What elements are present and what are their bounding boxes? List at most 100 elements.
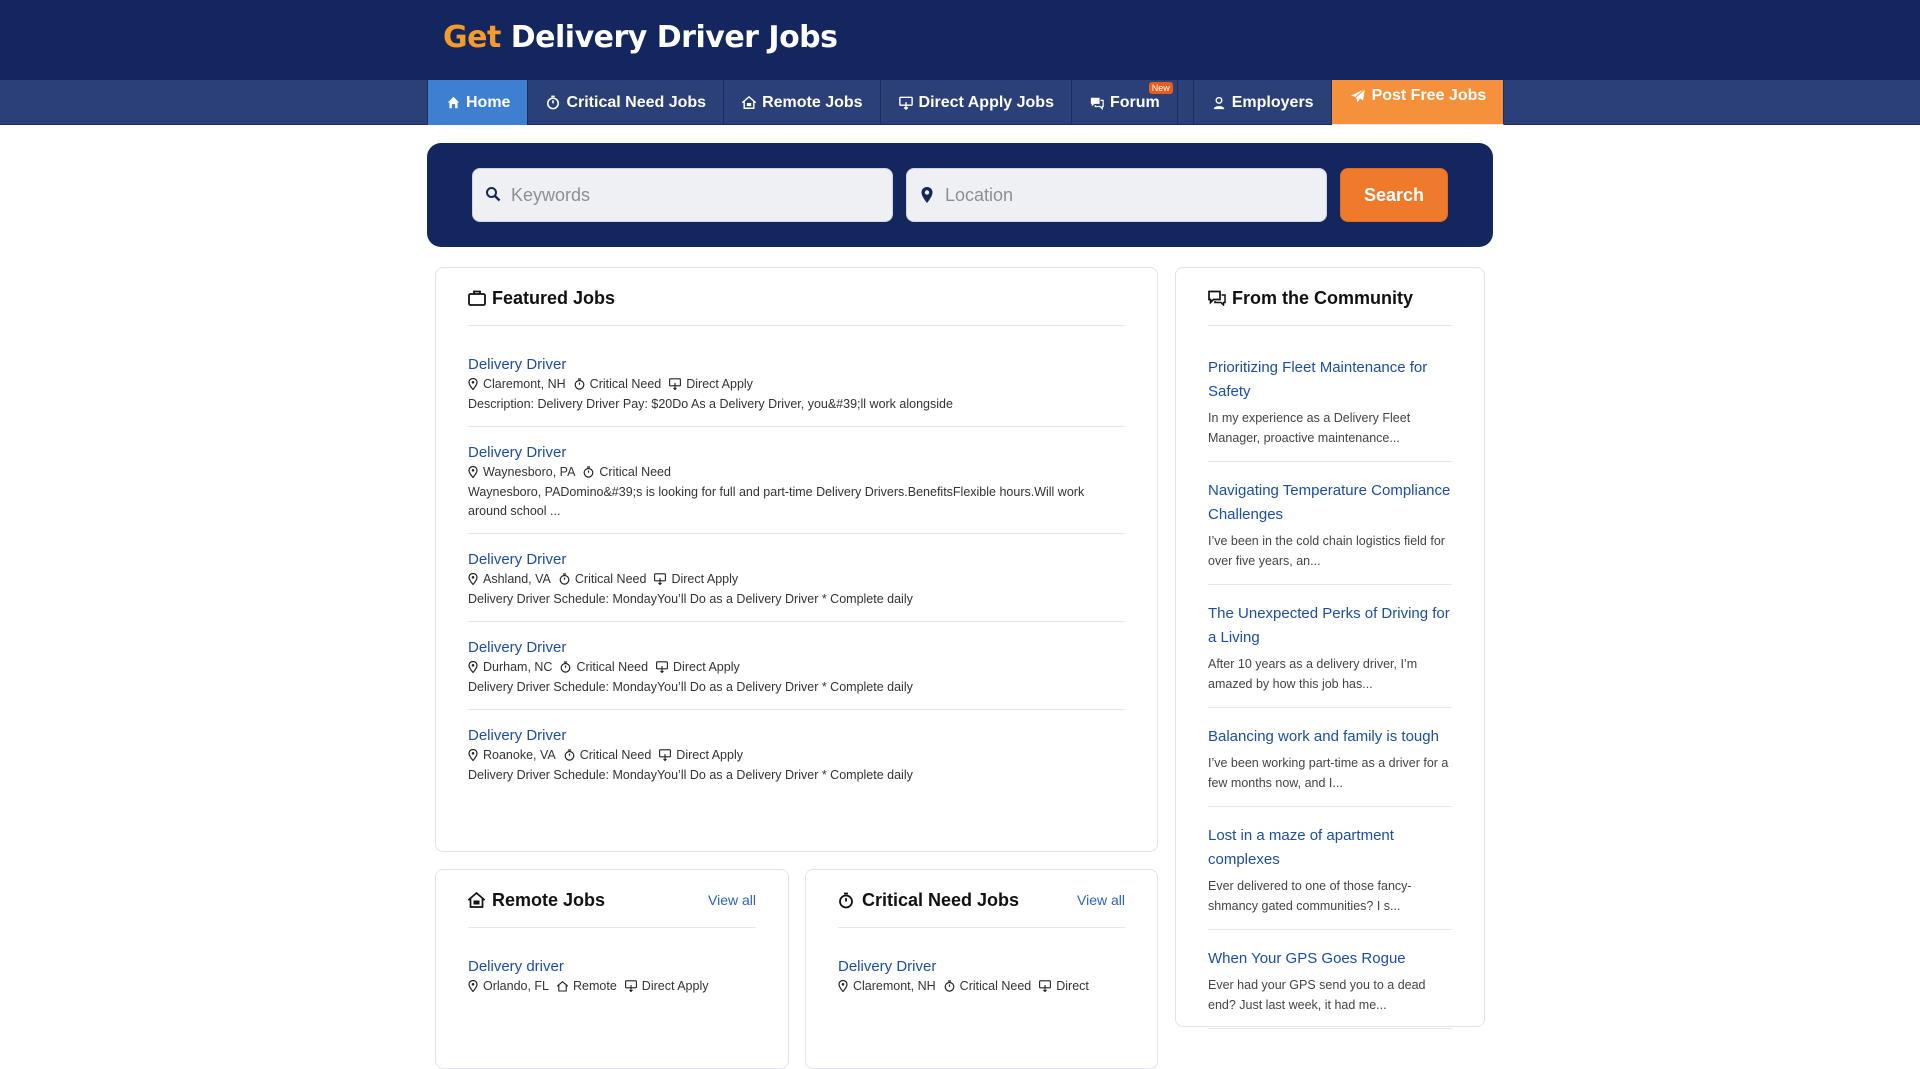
keywords-field[interactable]	[472, 168, 893, 222]
job-location-text: Claremont, NH	[853, 979, 936, 993]
community-post: Navigating Temperature Compliance Challe…	[1208, 479, 1452, 585]
job-critical-tag: Critical Need	[564, 748, 651, 762]
post-title-link[interactable]: Lost in a maze of apartment complexes	[1208, 824, 1452, 872]
job-listing: Delivery Driver Ashland, VA Critical Nee…	[468, 551, 1125, 622]
job-location-text: Waynesboro, PA	[483, 465, 576, 479]
community-post: When Your GPS Goes Rogue Ever had your G…	[1208, 947, 1452, 1029]
job-location-text: Claremont, NH	[483, 377, 566, 391]
critical-view-all-link[interactable]: View all	[1077, 892, 1125, 908]
job-title-link[interactable]: Delivery Driver	[468, 356, 1125, 373]
critical-need-jobs-card: Critical Need Jobs View all Delivery Dri…	[805, 869, 1158, 1069]
community-post: Balancing work and family is tough I’ve …	[1208, 725, 1452, 807]
job-location: Claremont, NH	[468, 377, 566, 391]
job-meta: Claremont, NH Critical Need Direct	[838, 979, 1125, 993]
nav-employers-label: Employers	[1231, 93, 1314, 111]
job-location: Waynesboro, PA	[468, 465, 575, 479]
job-location: Roanoke, VA	[468, 748, 556, 762]
main-navbar: Home Critical Need Jobs Remote Jobs Dire…	[0, 80, 1920, 125]
pointer-icon	[659, 749, 672, 761]
post-excerpt: In my experience as a Delivery Fleet Man…	[1208, 411, 1411, 445]
job-title-link[interactable]: Delivery Driver	[468, 551, 1125, 568]
post-title-link[interactable]: Navigating Temperature Compliance Challe…	[1208, 479, 1452, 527]
nav-critical-need-jobs[interactable]: Critical Need Jobs	[528, 80, 725, 125]
briefcase-icon	[468, 290, 486, 308]
nav-home-label: Home	[466, 93, 511, 111]
search-button[interactable]: Search	[1340, 168, 1448, 222]
remote-jobs-list: Delivery driver Orlando, FL Remote Direc…	[468, 958, 756, 1026]
job-direct-tag: Direct Apply	[656, 660, 740, 674]
logo-text: Delivery Driver Jobs	[510, 20, 838, 55]
stopwatch-icon	[559, 573, 570, 585]
job-description: Delivery Driver Schedule: MondayYou’ll D…	[468, 768, 913, 782]
job-direct-tag: Direct Apply	[659, 748, 743, 762]
nav-forum[interactable]: Forum New	[1072, 80, 1178, 125]
critical-jobs-list: Delivery Driver Claremont, NH Critical N…	[838, 958, 1125, 1026]
featured-jobs-list: Delivery Driver Claremont, NH Critical N…	[468, 356, 1125, 814]
pointer-icon	[1039, 980, 1052, 992]
job-meta: Claremont, NH Critical Need Direct Apply	[468, 377, 1125, 391]
job-listing: Delivery Driver Roanoke, VA Critical Nee…	[468, 727, 1125, 797]
site-logo[interactable]: Get Delivery Driver Jobs	[443, 20, 838, 55]
house-laptop-icon	[557, 980, 569, 992]
post-title-link[interactable]: When Your GPS Goes Rogue	[1208, 947, 1452, 971]
job-description: Description: Delivery Driver Pay: $20Do …	[468, 397, 953, 411]
featured-jobs-heading: Featured Jobs	[468, 288, 615, 309]
remote-view-all-link[interactable]: View all	[708, 892, 756, 908]
job-critical-text: Critical Need	[574, 572, 647, 586]
community-card: From the Community Prioritizing Fleet Ma…	[1175, 267, 1485, 1029]
community-post: Lost in a maze of apartment complexes Ev…	[1208, 824, 1452, 930]
pointer-icon	[624, 980, 637, 992]
nav-divider	[1178, 80, 1194, 125]
search-icon	[485, 186, 503, 204]
job-critical-tag: Critical Need	[559, 572, 647, 586]
job-location: Durham, NC	[468, 660, 552, 674]
community-title: From the Community	[1232, 288, 1414, 308]
job-listing: Delivery Driver Waynesboro, PA Critical …	[468, 444, 1125, 534]
job-critical-text: Critical Need	[599, 465, 671, 479]
remote-jobs-title: Remote Jobs	[492, 890, 606, 910]
job-meta: Waynesboro, PA Critical Need	[468, 465, 1125, 479]
job-meta: Roanoke, VA Critical Need Direct Apply	[468, 748, 1125, 762]
post-title-link[interactable]: The Unexpected Perks of Driving for a Li…	[1208, 602, 1452, 650]
remote-jobs-heading: Remote Jobs	[468, 890, 605, 911]
location-pin-icon	[468, 980, 478, 992]
job-direct-tag: Direct Apply	[669, 377, 753, 391]
job-title-link[interactable]: Delivery Driver	[468, 444, 1125, 461]
nav-menu: Home Critical Need Jobs Remote Jobs Dire…	[427, 80, 1505, 125]
job-title-link[interactable]: Delivery Driver	[468, 727, 1125, 744]
location-pin-icon	[468, 573, 478, 585]
job-title-link[interactable]: Delivery Driver	[838, 958, 1125, 975]
pointer-icon	[898, 95, 914, 111]
job-critical-text: Critical Need	[576, 660, 649, 674]
job-location: Claremont, NH	[838, 979, 936, 993]
location-pin-icon	[468, 661, 478, 673]
location-pin-icon	[919, 186, 937, 204]
nav-direct-apply-jobs[interactable]: Direct Apply Jobs	[881, 80, 1072, 125]
nav-remote-jobs[interactable]: Remote Jobs	[724, 80, 881, 125]
job-remote-text: Remote	[573, 979, 617, 993]
location-pin-icon	[468, 466, 478, 478]
keywords-input[interactable]	[511, 169, 881, 221]
location-field[interactable]	[906, 168, 1327, 222]
job-direct-tag: Direct Apply	[654, 572, 738, 586]
post-excerpt: Ever had your GPS send you to a dead end…	[1208, 978, 1426, 1012]
community-post: The Unexpected Perks of Driving for a Li…	[1208, 602, 1452, 708]
job-title-link[interactable]: Delivery driver	[468, 958, 756, 975]
stopwatch-icon	[944, 980, 955, 992]
job-description: Waynesboro, PADomino&#39;s is looking fo…	[468, 485, 1085, 518]
post-title-link[interactable]: Balancing work and family is tough	[1208, 725, 1452, 749]
house-laptop-icon	[741, 95, 757, 111]
job-title-link[interactable]: Delivery Driver	[468, 639, 1125, 656]
location-input[interactable]	[945, 169, 1315, 221]
stopwatch-icon	[564, 749, 575, 761]
nav-employers[interactable]: Employers	[1194, 80, 1332, 125]
critical-jobs-heading: Critical Need Jobs	[838, 890, 1019, 911]
stopwatch-icon	[545, 95, 561, 111]
job-direct-tag: Direct Apply	[624, 979, 709, 993]
post-title-link[interactable]: Prioritizing Fleet Maintenance for Safet…	[1208, 356, 1452, 404]
job-description: Delivery Driver Schedule: MondayYou’ll D…	[468, 680, 913, 694]
nav-forum-label: Forum	[1109, 93, 1160, 111]
stopwatch-icon	[838, 892, 856, 910]
nav-home[interactable]: Home	[427, 80, 529, 125]
nav-post-free-jobs[interactable]: Post Free Jobs	[1331, 80, 1505, 125]
